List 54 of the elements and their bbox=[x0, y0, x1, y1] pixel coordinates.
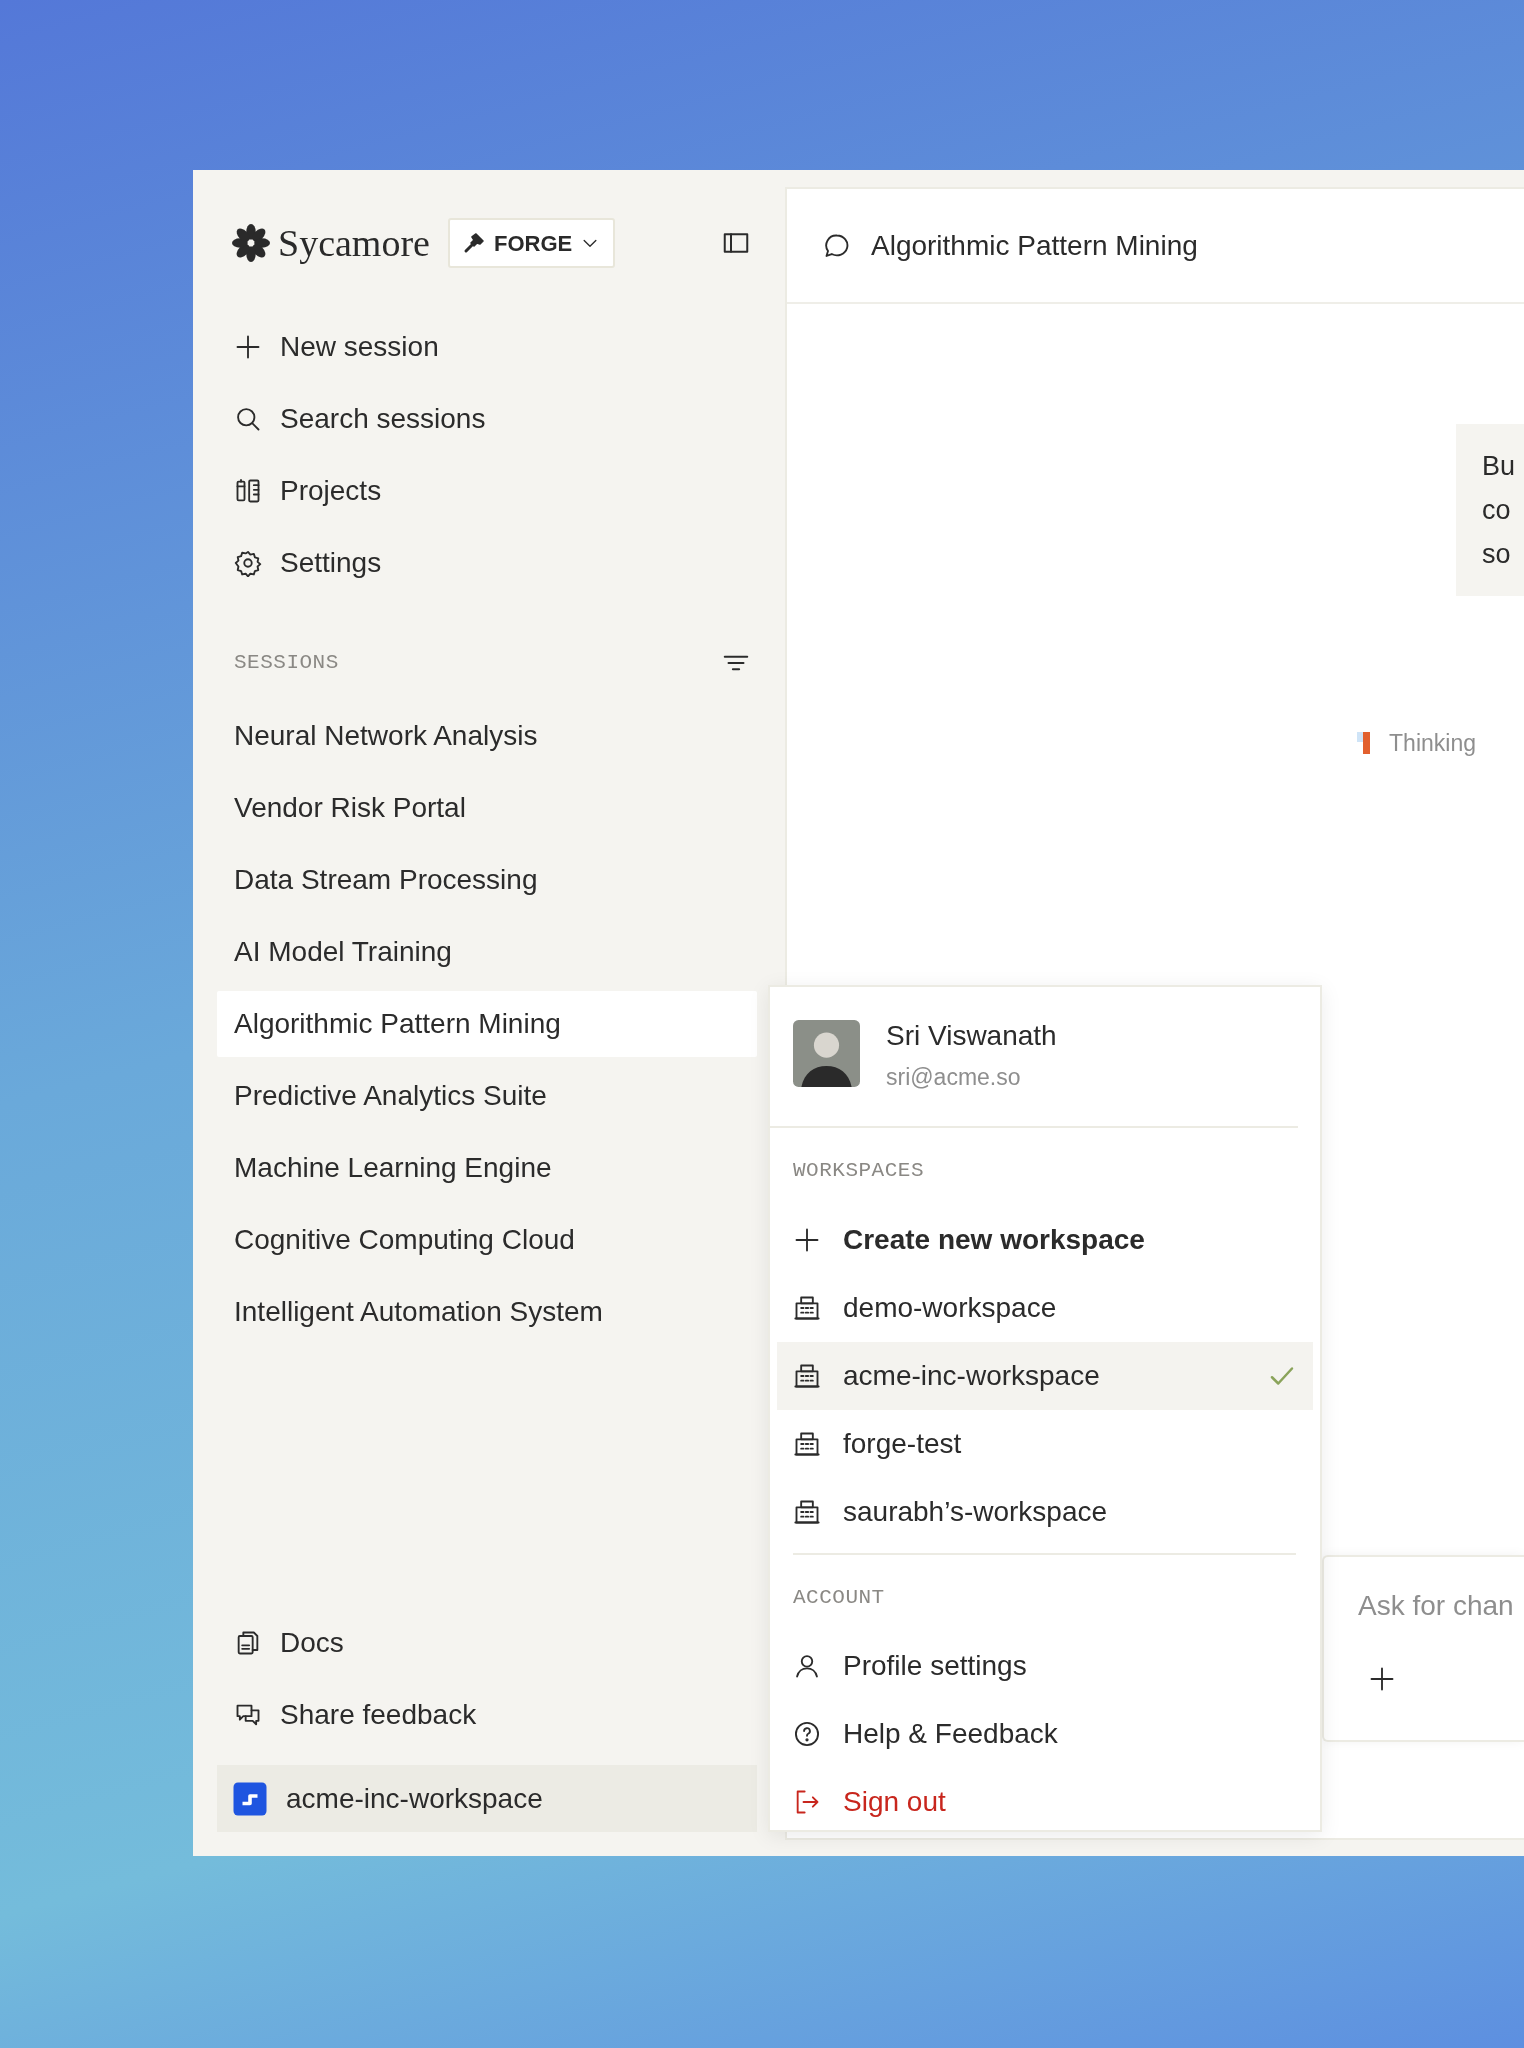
ruler-icon bbox=[234, 477, 262, 505]
workspace-item[interactable]: demo-workspace bbox=[777, 1274, 1313, 1342]
building-icon bbox=[793, 1430, 821, 1458]
building-icon bbox=[793, 1498, 821, 1526]
help-icon bbox=[793, 1720, 821, 1748]
settings-icon bbox=[234, 549, 262, 577]
flower-logo-icon bbox=[232, 224, 270, 262]
nav-item[interactable]: New session bbox=[217, 311, 757, 383]
session-item[interactable]: Predictive Analytics Suite bbox=[217, 1063, 757, 1129]
section-heading: SESSIONS bbox=[234, 650, 339, 677]
nav-item[interactable]: Share feedback bbox=[217, 1679, 757, 1751]
session-item[interactable]: Machine Learning Engine bbox=[217, 1135, 757, 1201]
session-item[interactable]: Intelligent Automation System bbox=[217, 1279, 757, 1345]
workspace-logo-icon bbox=[232, 1780, 268, 1817]
building-icon bbox=[793, 1294, 821, 1322]
person-icon bbox=[793, 1652, 821, 1680]
message-text: Bu bbox=[1482, 450, 1517, 483]
plus-icon bbox=[1368, 1665, 1396, 1693]
status-text: Thinking bbox=[1389, 729, 1476, 758]
session-item[interactable]: Cognitive Computing Cloud bbox=[217, 1207, 757, 1273]
conversation-title: Algorithmic Pattern Mining bbox=[871, 228, 1198, 263]
session-item[interactable]: Vendor Risk Portal bbox=[217, 775, 757, 841]
message-text: co bbox=[1482, 494, 1512, 527]
menu-item[interactable]: Profile settings bbox=[777, 1632, 1313, 1700]
session-item[interactable]: Neural Network Analysis bbox=[217, 703, 757, 769]
thinking-indicator-icon bbox=[1357, 732, 1372, 755]
session-item[interactable]: AI Model Training bbox=[217, 919, 757, 985]
workspace-switcher[interactable]: acme-inc-workspace bbox=[217, 1765, 757, 1832]
avatar-placeholder bbox=[793, 1020, 860, 1087]
building-icon bbox=[793, 1362, 821, 1390]
message-input[interactable]: Ask for chan bbox=[1358, 1585, 1524, 1627]
brand-name: Sycamore bbox=[278, 224, 430, 262]
nav-item[interactable]: Settings bbox=[217, 527, 757, 599]
session-item[interactable]: Algorithmic Pattern Mining bbox=[217, 991, 757, 1057]
plus-icon bbox=[234, 333, 262, 361]
attach-button[interactable] bbox=[1368, 1665, 1396, 1693]
menu-item[interactable]: Help & Feedback bbox=[777, 1700, 1313, 1768]
create-workspace-item[interactable]: Create new workspace bbox=[777, 1206, 1313, 1274]
nav-item[interactable]: Search sessions bbox=[217, 383, 757, 455]
user-email: sri@acme.so bbox=[886, 1063, 1022, 1092]
nav-item[interactable]: Docs bbox=[217, 1607, 757, 1679]
message-text: so bbox=[1482, 538, 1512, 571]
session-item[interactable]: Data Stream Processing bbox=[217, 847, 757, 913]
workspace-item[interactable]: acme-inc-workspace bbox=[777, 1342, 1313, 1410]
nav-item[interactable]: Projects bbox=[217, 455, 757, 527]
search-icon bbox=[234, 405, 262, 433]
workspace-item[interactable]: forge-test bbox=[777, 1410, 1313, 1478]
mode-dropdown[interactable]: FORGE bbox=[447, 218, 615, 268]
menu-item[interactable]: Sign out bbox=[777, 1768, 1313, 1836]
section-heading: ACCOUNT bbox=[793, 1585, 885, 1612]
user-name: Sri Viswanath bbox=[886, 1019, 1057, 1053]
plus-icon bbox=[793, 1226, 821, 1254]
workspace-item[interactable]: saurabh’s-workspace bbox=[777, 1478, 1313, 1546]
section-heading: WORKSPACES bbox=[793, 1158, 925, 1185]
